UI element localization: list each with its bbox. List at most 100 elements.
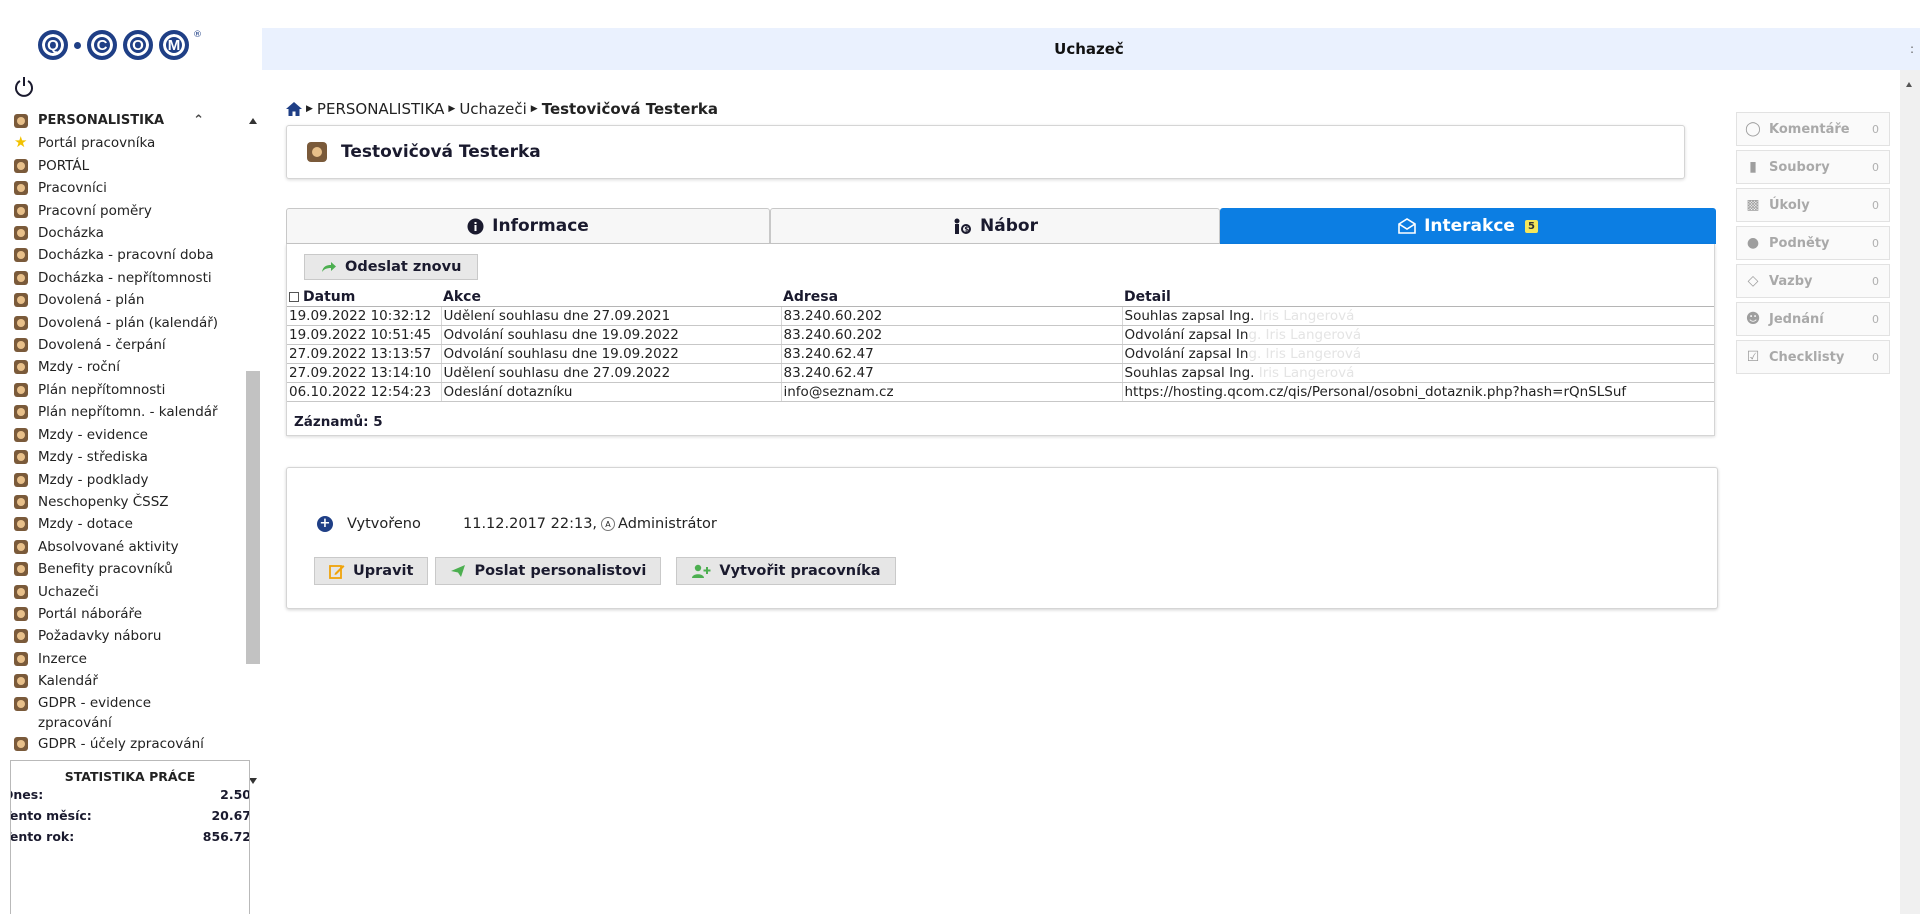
stats-row-today: Dnes: 2.50 [11,784,250,805]
sidebar-item-gdpr-ucely[interactable]: GDPR - účely zpracování [14,733,244,755]
widget-comments[interactable]: ◯ Komentáře 0 [1736,112,1890,146]
edit-button[interactable]: Upravit [314,557,429,585]
sidebar-item-dochazka-pracovni-doba[interactable]: Docházka - pracovní doba [14,244,244,266]
table-row[interactable]: 19.09.2022 10:51:45 Odvolání souhlasu dn… [287,325,1714,345]
sidebar-item-uchazeci[interactable]: Uchazeči [14,581,244,603]
plus-circle-icon: + [317,516,333,532]
cell-datum: 27.09.2022 13:14:10 [287,363,442,383]
qcom-logo[interactable]: Q C O M ® [38,30,202,60]
power-icon[interactable] [14,76,34,98]
table-row[interactable]: 06.10.2022 12:54:23 Odeslání dotazníku i… [287,382,1714,402]
sidebar-item-portal-pracovnika[interactable]: ★ Portál pracovníka [14,132,244,154]
sidebar-item-mzdy-strediska[interactable]: Mzdy - střediska [14,446,244,468]
person-icon [14,696,28,711]
table-row[interactable]: 19.09.2022 10:32:12 Udělení souhlasu dne… [287,306,1714,326]
sidebar-item-dochazka-nepritomnosti[interactable]: Docházka - nepřítomnosti [14,267,244,289]
sidebar-item-benefity[interactable]: Benefity pracovníků [14,558,244,580]
person-icon [14,427,28,442]
cell-adresa: 83.240.60.202 [781,306,1123,326]
sidebar-item-neschopenky[interactable]: Neschopenky ČSSZ [14,491,244,513]
breadcrumb-item-uchazeci[interactable]: Uchazeči [459,100,526,118]
widget-files[interactable]: ▮ Soubory 0 [1736,150,1890,184]
create-employee-button[interactable]: Vytvořit pracovníka [676,557,896,585]
tab-label: Nábor [980,216,1038,236]
sidebar-item-label: Docházka - pracovní doba [38,247,214,264]
page-header: Uchazeč : [262,28,1920,70]
cell-detail: Souhlas zapsal Ing. Iris Langerová [1122,363,1714,383]
sidebar-section-personalistika[interactable]: PERSONALISTIKA ⌃ [14,110,244,132]
sidebar-item-pozadavky-naboru[interactable]: Požadavky náboru [14,625,244,647]
clipboard-icon: ▩ [1746,197,1760,213]
stats-value: 2.50 [220,787,250,802]
sidebar-item-dochazka[interactable]: Docházka [14,222,244,244]
sidebar-item-mzdy-dotace[interactable]: Mzdy - dotace [14,513,244,535]
tab-nabor[interactable]: $ Nábor [770,208,1220,244]
widget-checklists[interactable]: ☑ Checklisty 0 [1736,340,1890,374]
sidebar-item-gdpr-evidence[interactable]: GDPR - evidence zpracování [14,693,244,733]
sidebar-item-dovolena-cerpani[interactable]: Dovolená - čerpání [14,334,244,356]
column-header-detail[interactable]: Detail [1122,288,1714,307]
interakce-panel: Odeslat znovu Datum Akce Adresa Detail 1… [286,244,1715,436]
sidebar-item-dovolena-plan-kalendar[interactable]: Dovolená - plán (kalendář) [14,312,244,334]
home-icon[interactable] [286,102,302,116]
scroll-up-arrow-icon[interactable] [1906,82,1912,87]
person-icon [14,226,28,241]
sidebar-item-portal[interactable]: PORTÁL [14,155,244,177]
stats-title: STATISTIKA PRÁCE [64,769,196,784]
sidebar-item-label: Mzdy - střediska [38,449,148,466]
breadcrumb-separator-icon: ▶ [530,104,538,114]
tab-informace[interactable]: Informace [286,208,770,244]
sidebar-item-mzdy-evidence[interactable]: Mzdy - evidence [14,424,244,446]
scrollbar-thumb[interactable] [246,371,260,664]
person-icon [14,248,28,263]
stats-label: Tento měsíc: [10,808,92,823]
sidebar-item-dovolena-plan[interactable]: Dovolená - plán [14,289,244,311]
sidebar-item-plan-nepritomn-kalendar[interactable]: Plán nepřítomn. - kalendář [14,401,244,423]
add-user-icon [692,564,711,578]
widget-label: Komentáře [1769,121,1850,137]
created-value: 11.12.2017 22:13, [463,516,598,532]
sidebar-item-label: Absolvované aktivity [38,538,179,555]
logo-letter-q: Q [38,30,68,60]
person-icon [14,158,28,173]
cell-adresa: 83.240.62.47 [781,363,1123,383]
tab-interakce[interactable]: Interakce 5 [1220,208,1716,244]
menu-dots-icon[interactable]: : [1910,42,1914,56]
detail-link[interactable]: https://hosting.qcom.cz/qis/Personal/oso… [1125,384,1627,400]
scroll-up-arrow-icon[interactable] [249,118,257,124]
sidebar-item-pracovnici[interactable]: Pracovníci [14,177,244,199]
sidebar-item-pracovni-pomery[interactable]: Pracovní poměry [14,200,244,222]
record-info-box: + Vytvořeno 11.12.2017 22:13, A Administ… [286,467,1718,609]
widget-suggestions[interactable]: ● Podněty 0 [1736,226,1890,260]
sidebar-item-label: Mzdy - dotace [38,516,133,533]
share-arrow-icon [322,262,336,272]
widget-tasks[interactable]: ▩ Úkoly 0 [1736,188,1890,222]
breadcrumb-item-personalistika[interactable]: PERSONALISTIKA [317,100,444,118]
column-header-adresa[interactable]: Adresa [781,288,1122,307]
detail-text: Souhlas zapsal Ing. [1124,364,1255,381]
main-scrollbar[interactable] [1900,70,1920,914]
scroll-down-arrow-icon[interactable] [249,778,257,784]
table-row[interactable]: 27.09.2022 13:13:57 Odvolání souhlasu dn… [287,344,1714,364]
cell-datum: 27.09.2022 13:13:57 [287,344,442,364]
widget-count: 0 [1872,312,1879,326]
sidebar-item-inzerce[interactable]: Inzerce [14,648,244,670]
resend-button[interactable]: Odeslat znovu [304,254,479,280]
widget-meetings[interactable]: ☻ Jednání 0 [1736,302,1890,336]
sidebar-item-absolvovane-aktivity[interactable]: Absolvované aktivity [14,536,244,558]
sidebar-item-plan-nepritomnosti[interactable]: Plán nepřítomnosti [14,379,244,401]
column-header-datum[interactable]: Datum [287,288,441,307]
detail-text-faded: g. Iris Langerová [1248,345,1362,362]
widget-links[interactable]: ◇ Vazby 0 [1736,264,1890,298]
sidebar-item-mzdy-rocni[interactable]: Mzdy - roční [14,356,244,378]
sidebar-item-kalendar[interactable]: Kalendář [14,670,244,692]
detail-text: Souhlas zapsal Ing. [1124,307,1255,324]
sidebar-item-portal-naborare[interactable]: Portál náboráře [14,603,244,625]
candidate-header: Testovičová Testerka [286,125,1685,179]
sidebar-item-mzdy-podklady[interactable]: Mzdy - podklady [14,469,244,491]
table-row[interactable]: 27.09.2022 13:14:10 Udělení souhlasu dne… [287,363,1714,383]
chevron-up-icon[interactable]: ⌃ [193,110,204,132]
sidebar-scrollbar[interactable] [246,116,260,784]
send-to-hr-button[interactable]: Poslat personalistovi [435,557,662,585]
column-header-akce[interactable]: Akce [441,288,781,307]
